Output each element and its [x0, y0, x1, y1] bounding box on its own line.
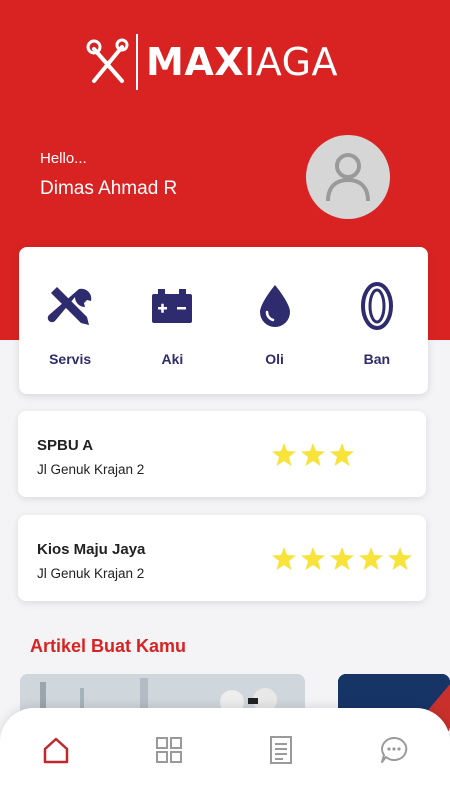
menu-label-oli: Oli	[265, 351, 284, 367]
nav-home[interactable]	[26, 720, 86, 780]
user-icon	[326, 153, 370, 202]
shop-name: Kios Maju Jaya	[37, 541, 146, 558]
shop-card[interactable]: SPBU A Jl Genuk Krajan 2	[18, 411, 426, 497]
nav-chat[interactable]	[364, 720, 424, 780]
shop-name: SPBU A	[37, 437, 94, 454]
avatar[interactable]	[306, 135, 390, 219]
star-icon	[272, 547, 296, 570]
star-icon	[301, 443, 325, 466]
wrench-screwdriver-icon	[47, 287, 92, 325]
star-icon	[272, 443, 296, 466]
menu-label-servis: Servis	[49, 351, 92, 367]
logo-divider	[136, 34, 138, 90]
star-icon	[330, 443, 354, 466]
battery-icon	[152, 289, 193, 323]
shop-address: Jl Genuk Krajan 2	[37, 462, 145, 477]
menu-item-aki[interactable]: Aki	[121, 247, 223, 394]
grid-icon	[155, 737, 182, 763]
menu-item-servis[interactable]: Servis	[19, 247, 121, 394]
star-icon	[301, 547, 325, 570]
greeting-hello: Hello...	[40, 150, 87, 167]
nav-categories[interactable]	[139, 720, 199, 780]
document-icon	[270, 736, 293, 764]
star-icon	[359, 547, 383, 570]
menu-item-ban[interactable]: Ban	[326, 247, 428, 394]
bottom-navigation	[0, 708, 450, 800]
articles-section-title: Artikel Buat Kamu	[30, 636, 187, 656]
star-icon	[330, 547, 354, 570]
menu-item-oli[interactable]: Oli	[224, 247, 326, 394]
home-icon	[44, 737, 69, 764]
chat-icon	[380, 736, 407, 763]
tire-icon	[360, 282, 393, 330]
shop-address: Jl Genuk Krajan 2	[37, 566, 145, 581]
shop-card[interactable]: Kios Maju Jaya Jl Genuk Krajan 2	[18, 515, 426, 601]
app-logo: MAXIAGA	[86, 34, 338, 90]
logo-text: MAXIAGA	[146, 40, 339, 84]
oil-drop-icon	[259, 285, 290, 327]
menu-label-aki: Aki	[161, 351, 184, 367]
service-menu-card: Servis Aki Oli Ban	[19, 247, 428, 394]
wrench-cross-icon	[86, 38, 129, 83]
nav-articles[interactable]	[251, 720, 311, 780]
rating-stars	[272, 443, 359, 466]
greeting-username: Dimas Ahmad R	[40, 178, 178, 199]
menu-label-ban: Ban	[363, 351, 391, 367]
rating-stars	[272, 547, 417, 570]
star-icon	[388, 547, 412, 570]
